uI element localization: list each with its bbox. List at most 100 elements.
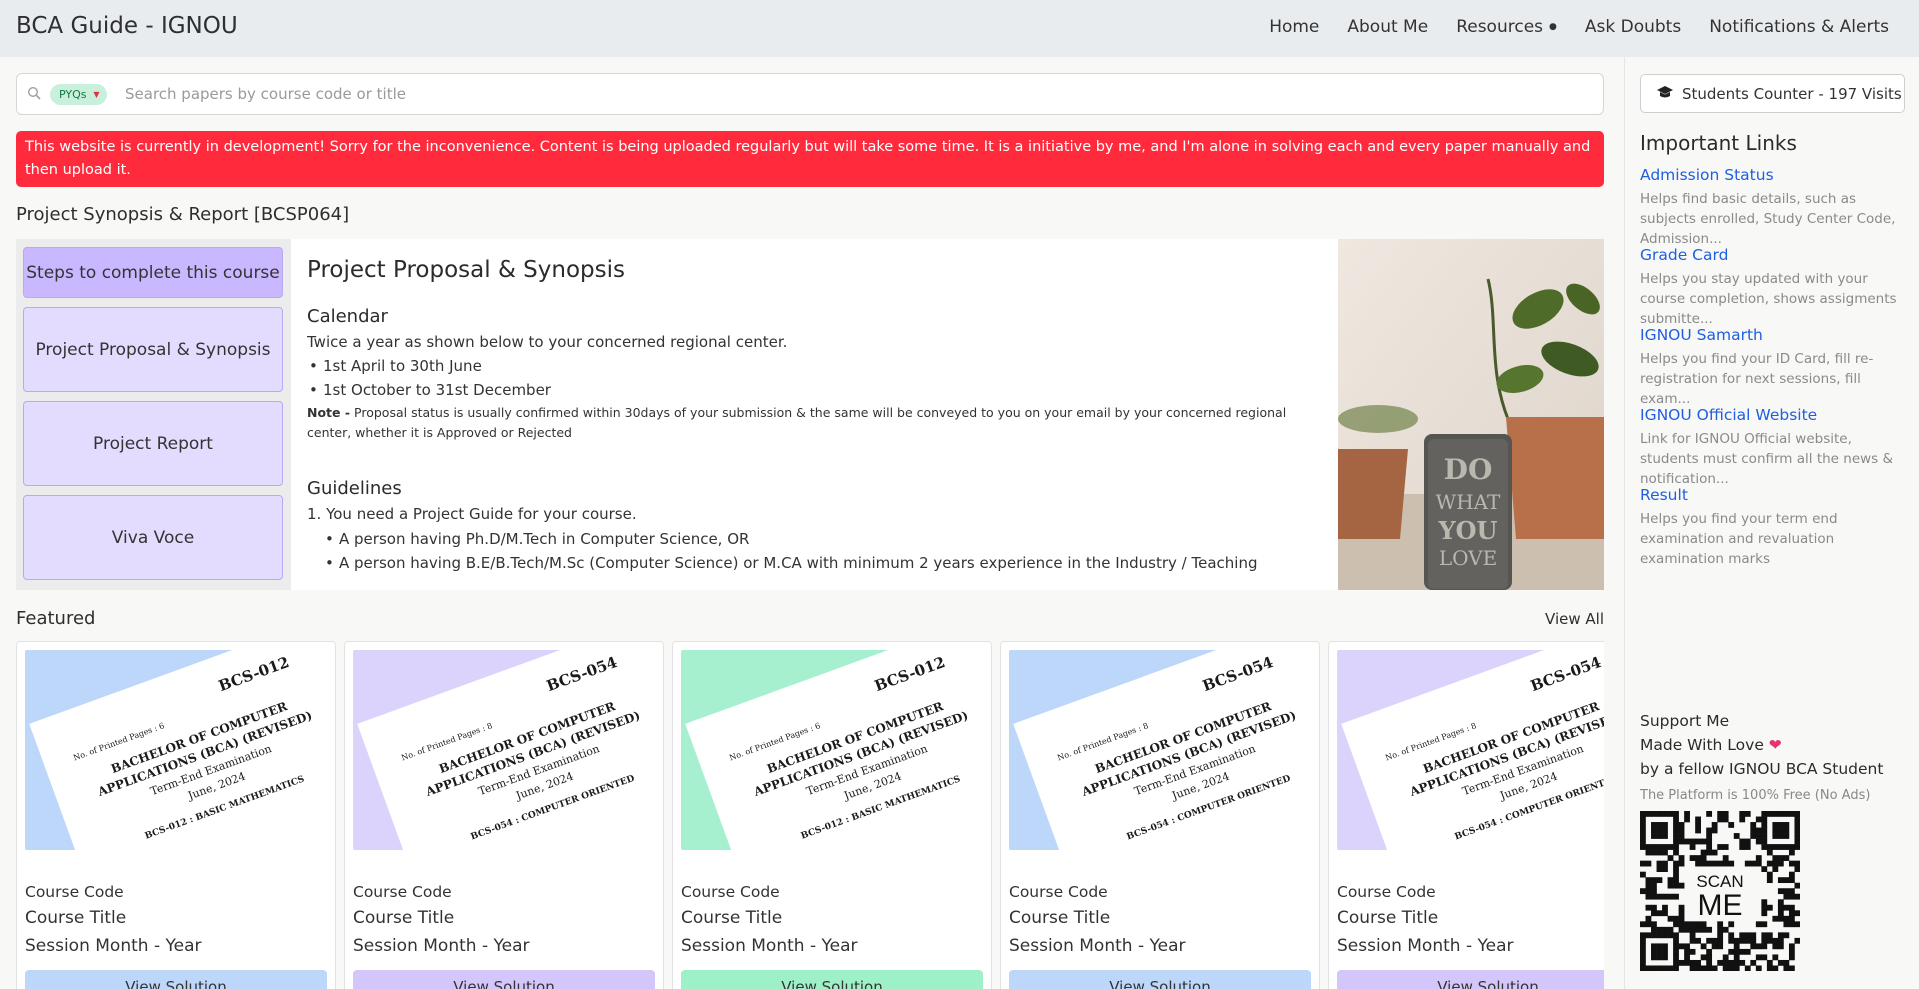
link-title[interactable]: Admission Status — [1640, 166, 1910, 184]
step-content: Project Proposal & Synopsis Calendar Twi… — [307, 239, 1347, 590]
paper-thumbnail-image: BCS-012No. of Printed Pages : 6BACHELOR … — [25, 650, 327, 850]
calendar-heading: Calendar — [307, 306, 388, 327]
guidelines-text: 1. You need a Project Guide for your cou… — [307, 505, 637, 523]
nav-ask-doubts[interactable]: Ask Doubts — [1585, 17, 1681, 37]
nav-resources[interactable]: Resources ● — [1456, 17, 1557, 37]
paper-thumbnail-image: BCS-054No. of Printed Pages : 8BACHELOR … — [1009, 650, 1311, 850]
made-with-love-text: Made With Love — [1640, 736, 1764, 754]
qr-me-text: ME — [1698, 889, 1743, 922]
link-title[interactable]: IGNOU Samarth — [1640, 326, 1910, 344]
step-viva-voce[interactable]: Viva Voce — [23, 495, 283, 580]
guideline-item: A person having B.E/B.Tech/M.Sc (Compute… — [325, 554, 1257, 572]
view-solution-button[interactable]: View Solution — [353, 970, 655, 989]
nav-resources-label: Resources — [1456, 17, 1544, 37]
link-description: Link for IGNOU Official website, student… — [1640, 431, 1894, 487]
link-description: Helps you find your ID Card, fill re-reg… — [1640, 351, 1874, 407]
link-description: Helps you find your term end examination… — [1640, 511, 1838, 567]
link-ignou-official: IGNOU Official Website Link for IGNOU Of… — [1640, 406, 1910, 489]
paper-card[interactable]: BCS-012 No. of Printed Pages : 6 BACHELOR … — [16, 641, 336, 989]
paper-thumbnail-image: BCS-012No. of Printed Pages : 6BACHELOR … — [681, 650, 983, 850]
featured-cards: BCS-012 No. of Printed Pages : 6 BACHELOR … — [16, 641, 1604, 989]
link-title[interactable]: Grade Card — [1640, 246, 1910, 264]
steps-list: Steps to complete this course Project Pr… — [16, 239, 291, 590]
paper-card[interactable]: BCS-054 No. of Printed Pages : 8 BACHELOR … — [344, 641, 664, 989]
step-header[interactable]: Steps to complete this course — [23, 247, 283, 298]
photo-word: DO — [1444, 453, 1493, 486]
view-solution-button[interactable]: View Solution — [1009, 970, 1311, 989]
content-heading: Project Proposal & Synopsis — [307, 257, 626, 283]
qr-code-image[interactable]: SCANME — [1640, 811, 1800, 971]
course-title-label: Course Title — [353, 908, 455, 928]
navbar: BCA Guide - IGNOU Home About Me Resource… — [0, 0, 1919, 57]
session-label: Session Month - Year — [1009, 936, 1186, 956]
session-label: Session Month - Year — [681, 936, 858, 956]
support-me-text: Support Me — [1640, 712, 1730, 730]
graduation-cap-icon — [1657, 85, 1673, 103]
sidebar: Students Counter - 197 Visits Important … — [1624, 57, 1919, 989]
view-all-link[interactable]: View All — [1545, 610, 1604, 628]
do-what-you-love-image: DO WHAT YOU LOVE — [1338, 239, 1604, 590]
paper-thumbnail-image: BCS-054No. of Printed Pages : 8BACHELOR … — [1337, 650, 1604, 850]
step-project-report[interactable]: Project Report — [23, 401, 283, 486]
filter-label: PYQs — [59, 88, 87, 101]
view-solution-button[interactable]: View Solution — [1337, 970, 1604, 989]
course-title-label: Course Title — [1337, 908, 1439, 928]
students-counter: Students Counter - 197 Visits — [1640, 74, 1905, 113]
link-description: Helps you stay updated with your course … — [1640, 271, 1897, 327]
calendar-item: 1st April to 30th June — [309, 357, 482, 375]
photo-word: YOU — [1438, 516, 1498, 545]
search-input[interactable] — [125, 83, 1585, 105]
featured-heading: Featured — [16, 608, 96, 629]
dropdown-caret-icon: ● — [1549, 22, 1557, 32]
by-line: by a fellow IGNOU BCA Student — [1640, 760, 1884, 778]
calendar-item: 1st October to 31st December — [309, 381, 551, 399]
course-code: Course Code — [681, 883, 780, 901]
course-panel: Steps to complete this course Project Pr… — [16, 239, 1604, 590]
photo-word: LOVE — [1439, 546, 1497, 570]
course-code: Course Code — [353, 883, 452, 901]
dev-alert-banner: This website is currently in development… — [16, 131, 1604, 187]
paper-thumbnail-image: BCS-054No. of Printed Pages : 8BACHELOR … — [353, 650, 655, 850]
view-solution-button[interactable]: View Solution — [681, 970, 983, 989]
course-title: Project Synopsis & Report [BCSP064] — [16, 204, 350, 225]
step-project-proposal[interactable]: Project Proposal & Synopsis — [23, 307, 283, 392]
made-with-love: Made With Love ❤ — [1640, 733, 1883, 757]
search-icon — [27, 86, 41, 100]
paper-card[interactable]: BCS-054 No. of Printed Pages : 8 BACHELOR … — [1000, 641, 1320, 989]
link-description: Helps find basic details, such as subjec… — [1640, 191, 1896, 247]
brand-title[interactable]: BCA Guide - IGNOU — [16, 13, 238, 39]
support-section: Support Me Made With Love ❤ by a fellow … — [1640, 709, 1883, 808]
important-links-heading: Important Links — [1640, 131, 1797, 155]
note-text: Note - Proposal status is usually confir… — [307, 403, 1307, 443]
nav-about-me[interactable]: About Me — [1347, 17, 1428, 37]
note-body: Proposal status is usually confirmed wit… — [307, 405, 1287, 440]
paper-card[interactable]: BCS-054 No. of Printed Pages : 8 BACHELOR … — [1328, 641, 1604, 989]
link-ignou-samarth: IGNOU Samarth Helps you find your ID Car… — [1640, 326, 1910, 409]
link-admission-status: Admission Status Helps find basic detail… — [1640, 166, 1910, 249]
course-title-label: Course Title — [681, 908, 783, 928]
chevron-down-icon: ▼ — [93, 90, 100, 99]
course-code: Course Code — [1009, 883, 1108, 901]
paper-card[interactable]: BCS-012 No. of Printed Pages : 6 BACHELOR … — [672, 641, 992, 989]
filter-select[interactable]: PYQs ▼ — [50, 84, 107, 105]
nav-menu: Home About Me Resources ● Ask Doubts Noti… — [1241, 17, 1889, 37]
guideline-item: A person having Ph.D/M.Tech in Computer … — [325, 530, 749, 548]
course-code: Course Code — [25, 883, 124, 901]
link-grade-card: Grade Card Helps you stay updated with y… — [1640, 246, 1910, 329]
calendar-text: Twice a year as shown below to your conc… — [307, 333, 788, 351]
nav-home[interactable]: Home — [1269, 17, 1319, 37]
session-label: Session Month - Year — [1337, 936, 1514, 956]
session-label: Session Month - Year — [353, 936, 530, 956]
link-title[interactable]: IGNOU Official Website — [1640, 406, 1910, 424]
search-bar: PYQs ▼ — [16, 73, 1604, 115]
nav-notifications[interactable]: Notifications & Alerts — [1709, 17, 1889, 37]
view-solution-button[interactable]: View Solution — [25, 970, 327, 989]
link-title[interactable]: Result — [1640, 486, 1910, 504]
session-label: Session Month - Year — [25, 936, 202, 956]
course-title-label: Course Title — [25, 908, 127, 928]
link-result: Result Helps you find your term end exam… — [1640, 486, 1910, 569]
guidelines-heading: Guidelines — [307, 478, 402, 499]
course-title-label: Course Title — [1009, 908, 1111, 928]
note-label: Note - — [307, 405, 351, 420]
free-note: The Platform is 100% Free (No Ads) — [1640, 788, 1871, 803]
